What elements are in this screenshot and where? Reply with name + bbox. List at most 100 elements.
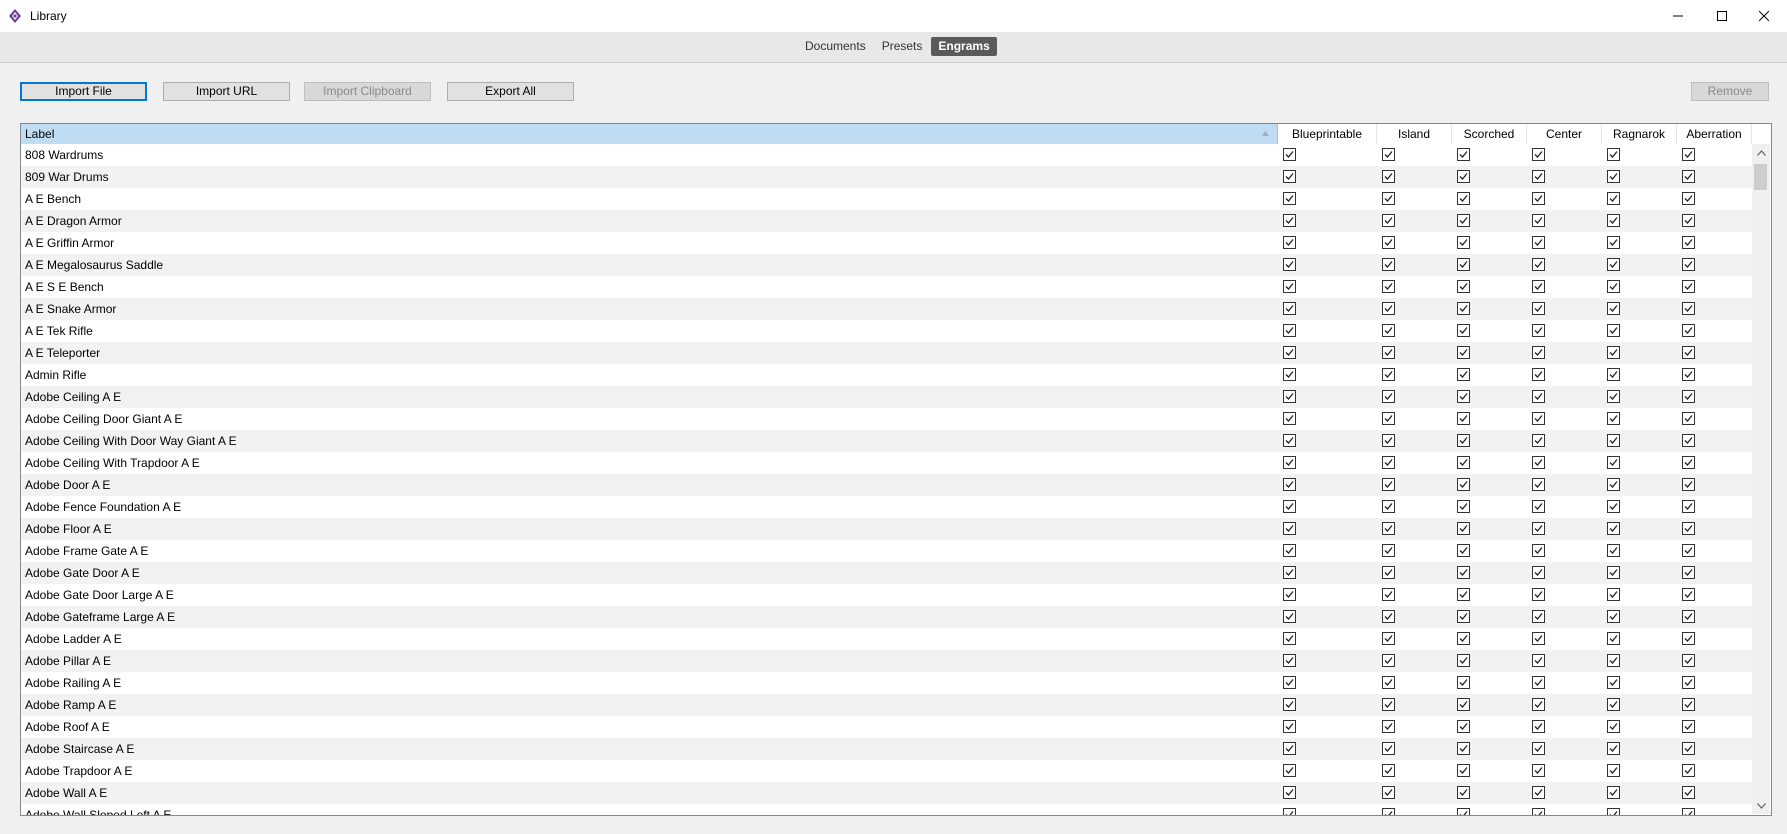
checkbox-center[interactable] bbox=[1532, 654, 1545, 667]
table-row[interactable]: Adobe Staircase A E bbox=[21, 738, 1752, 760]
checkbox-scorched[interactable] bbox=[1457, 324, 1470, 337]
checkbox-scorched[interactable] bbox=[1457, 676, 1470, 689]
checkbox-scorched[interactable] bbox=[1457, 148, 1470, 161]
checkbox-scorched[interactable] bbox=[1457, 236, 1470, 249]
checkbox-aberration[interactable] bbox=[1682, 720, 1695, 733]
checkbox-ragnarok[interactable] bbox=[1607, 742, 1620, 755]
checkbox-blueprintable[interactable] bbox=[1283, 522, 1296, 535]
checkbox-blueprintable[interactable] bbox=[1283, 566, 1296, 579]
checkbox-center[interactable] bbox=[1532, 324, 1545, 337]
checkbox-blueprintable[interactable] bbox=[1283, 632, 1296, 645]
table-row[interactable]: A E Snake Armor bbox=[21, 298, 1752, 320]
checkbox-aberration[interactable] bbox=[1682, 456, 1695, 469]
checkbox-ragnarok[interactable] bbox=[1607, 500, 1620, 513]
checkbox-center[interactable] bbox=[1532, 412, 1545, 425]
checkbox-center[interactable] bbox=[1532, 280, 1545, 293]
checkbox-scorched[interactable] bbox=[1457, 346, 1470, 359]
checkbox-scorched[interactable] bbox=[1457, 258, 1470, 271]
checkbox-ragnarok[interactable] bbox=[1607, 368, 1620, 381]
checkbox-blueprintable[interactable] bbox=[1283, 368, 1296, 381]
checkbox-blueprintable[interactable] bbox=[1283, 236, 1296, 249]
checkbox-island[interactable] bbox=[1382, 610, 1395, 623]
checkbox-ragnarok[interactable] bbox=[1607, 786, 1620, 799]
checkbox-ragnarok[interactable] bbox=[1607, 764, 1620, 777]
checkbox-blueprintable[interactable] bbox=[1283, 610, 1296, 623]
checkbox-scorched[interactable] bbox=[1457, 390, 1470, 403]
checkbox-center[interactable] bbox=[1532, 544, 1545, 557]
checkbox-aberration[interactable] bbox=[1682, 236, 1695, 249]
checkbox-island[interactable] bbox=[1382, 676, 1395, 689]
checkbox-ragnarok[interactable] bbox=[1607, 324, 1620, 337]
checkbox-ragnarok[interactable] bbox=[1607, 720, 1620, 733]
checkbox-blueprintable[interactable] bbox=[1283, 390, 1296, 403]
checkbox-aberration[interactable] bbox=[1682, 500, 1695, 513]
checkbox-scorched[interactable] bbox=[1457, 302, 1470, 315]
checkbox-aberration[interactable] bbox=[1682, 610, 1695, 623]
column-header-center[interactable]: Center bbox=[1527, 124, 1602, 144]
checkbox-scorched[interactable] bbox=[1457, 698, 1470, 711]
checkbox-ragnarok[interactable] bbox=[1607, 302, 1620, 315]
table-row[interactable]: Adobe Frame Gate A E bbox=[21, 540, 1752, 562]
table-row[interactable]: Adobe Fence Foundation A E bbox=[21, 496, 1752, 518]
checkbox-ragnarok[interactable] bbox=[1607, 280, 1620, 293]
column-header-island[interactable]: Island bbox=[1377, 124, 1452, 144]
checkbox-aberration[interactable] bbox=[1682, 808, 1695, 816]
checkbox-ragnarok[interactable] bbox=[1607, 632, 1620, 645]
checkbox-center[interactable] bbox=[1532, 456, 1545, 469]
checkbox-blueprintable[interactable] bbox=[1283, 808, 1296, 816]
table-row[interactable]: A E Megalosaurus Saddle bbox=[21, 254, 1752, 276]
checkbox-island[interactable] bbox=[1382, 214, 1395, 227]
checkbox-scorched[interactable] bbox=[1457, 214, 1470, 227]
checkbox-scorched[interactable] bbox=[1457, 192, 1470, 205]
checkbox-aberration[interactable] bbox=[1682, 698, 1695, 711]
table-row[interactable]: A E Tek Rifle bbox=[21, 320, 1752, 342]
checkbox-center[interactable] bbox=[1532, 720, 1545, 733]
checkbox-blueprintable[interactable] bbox=[1283, 698, 1296, 711]
checkbox-island[interactable] bbox=[1382, 192, 1395, 205]
checkbox-blueprintable[interactable] bbox=[1283, 588, 1296, 601]
column-header-scorched[interactable]: Scorched bbox=[1452, 124, 1527, 144]
checkbox-island[interactable] bbox=[1382, 456, 1395, 469]
checkbox-aberration[interactable] bbox=[1682, 478, 1695, 491]
checkbox-island[interactable] bbox=[1382, 170, 1395, 183]
table-row[interactable]: Adobe Roof A E bbox=[21, 716, 1752, 738]
checkbox-island[interactable] bbox=[1382, 654, 1395, 667]
checkbox-blueprintable[interactable] bbox=[1283, 786, 1296, 799]
checkbox-aberration[interactable] bbox=[1682, 632, 1695, 645]
checkbox-center[interactable] bbox=[1532, 500, 1545, 513]
scroll-up-arrow-icon[interactable] bbox=[1752, 144, 1770, 161]
checkbox-island[interactable] bbox=[1382, 258, 1395, 271]
checkbox-scorched[interactable] bbox=[1457, 522, 1470, 535]
checkbox-ragnarok[interactable] bbox=[1607, 544, 1620, 557]
checkbox-ragnarok[interactable] bbox=[1607, 478, 1620, 491]
checkbox-blueprintable[interactable] bbox=[1283, 742, 1296, 755]
checkbox-scorched[interactable] bbox=[1457, 588, 1470, 601]
checkbox-center[interactable] bbox=[1532, 148, 1545, 161]
table-row[interactable]: Admin Rifle bbox=[21, 364, 1752, 386]
checkbox-blueprintable[interactable] bbox=[1283, 324, 1296, 337]
checkbox-scorched[interactable] bbox=[1457, 610, 1470, 623]
checkbox-scorched[interactable] bbox=[1457, 566, 1470, 579]
checkbox-aberration[interactable] bbox=[1682, 522, 1695, 535]
checkbox-blueprintable[interactable] bbox=[1283, 346, 1296, 359]
checkbox-blueprintable[interactable] bbox=[1283, 302, 1296, 315]
checkbox-center[interactable] bbox=[1532, 170, 1545, 183]
close-button[interactable] bbox=[1741, 0, 1787, 32]
checkbox-ragnarok[interactable] bbox=[1607, 148, 1620, 161]
table-row[interactable]: Adobe Door A E bbox=[21, 474, 1752, 496]
checkbox-island[interactable] bbox=[1382, 236, 1395, 249]
checkbox-scorched[interactable] bbox=[1457, 170, 1470, 183]
table-row[interactable]: Adobe Ramp A E bbox=[21, 694, 1752, 716]
export-all-button[interactable]: Export All bbox=[447, 82, 574, 101]
checkbox-center[interactable] bbox=[1532, 236, 1545, 249]
checkbox-ragnarok[interactable] bbox=[1607, 170, 1620, 183]
table-row[interactable]: Adobe Ladder A E bbox=[21, 628, 1752, 650]
column-header-blueprintable[interactable]: Blueprintable bbox=[1278, 124, 1377, 144]
checkbox-aberration[interactable] bbox=[1682, 412, 1695, 425]
checkbox-ragnarok[interactable] bbox=[1607, 456, 1620, 469]
checkbox-scorched[interactable] bbox=[1457, 654, 1470, 667]
checkbox-blueprintable[interactable] bbox=[1283, 654, 1296, 667]
checkbox-aberration[interactable] bbox=[1682, 544, 1695, 557]
checkbox-island[interactable] bbox=[1382, 566, 1395, 579]
minimize-button[interactable] bbox=[1655, 0, 1701, 32]
